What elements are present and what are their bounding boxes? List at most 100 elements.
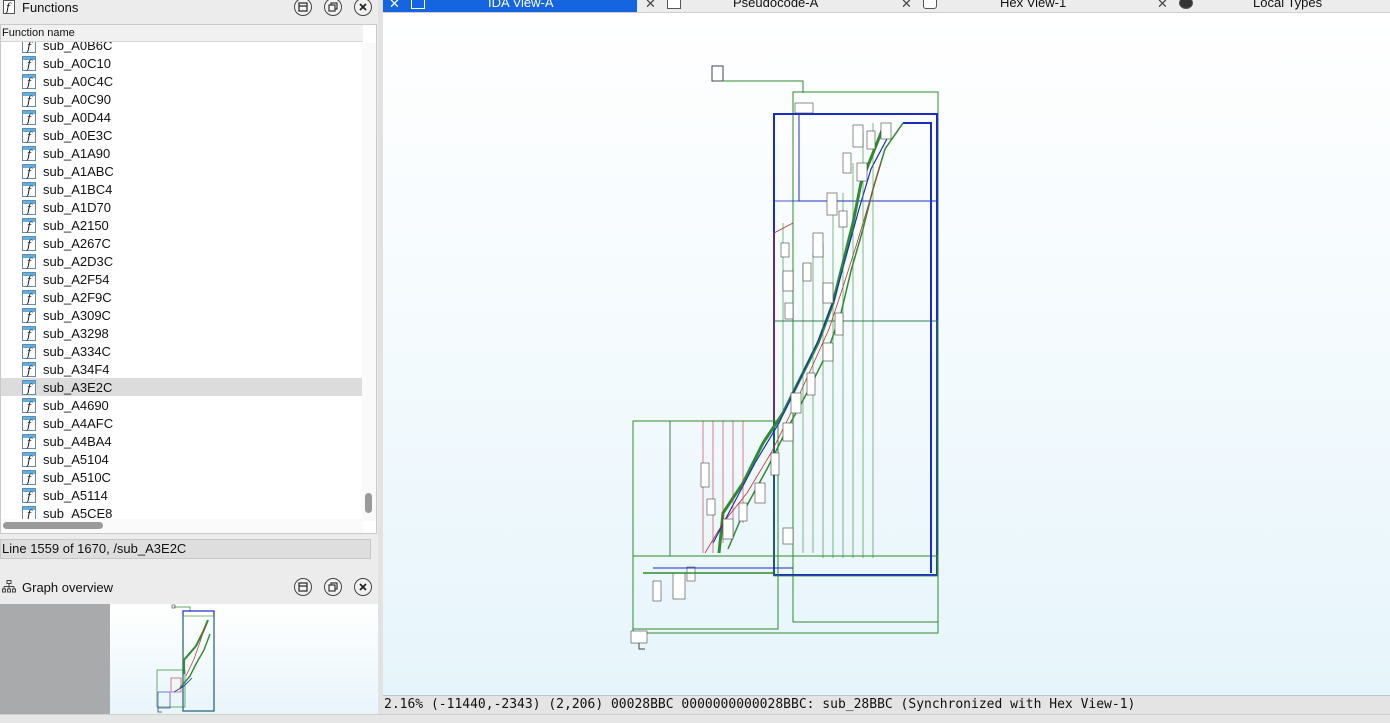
- function-name: sub_A0E3C: [43, 127, 113, 143]
- function-icon: f: [22, 379, 36, 395]
- panel-menu-icon[interactable]: [294, 578, 312, 596]
- function-name: sub_A5114: [43, 487, 108, 503]
- function-icon: f: [22, 433, 36, 449]
- function-list-item[interactable]: f sub_A309C: [1, 306, 363, 324]
- graph-overview-titlebar[interactable]: Graph overview: [0, 577, 378, 597]
- tab-close-icon[interactable]: ✕: [645, 0, 656, 12]
- function-list-item[interactable]: f sub_A1BC4: [1, 180, 363, 198]
- function-list-item[interactable]: f sub_A0E3C: [1, 126, 363, 144]
- tab-close-icon[interactable]: ✕: [389, 0, 400, 12]
- function-list-item[interactable]: f sub_A2D3C: [1, 252, 363, 270]
- tab-close-icon[interactable]: ✕: [1157, 0, 1168, 12]
- scrollbar-thumb[interactable]: [3, 522, 103, 529]
- graph-region: [773, 113, 938, 576]
- pseudocode-icon: [667, 0, 681, 9]
- function-list-item[interactable]: f sub_A0C4C: [1, 72, 363, 90]
- function-icon: f: [22, 415, 36, 431]
- window-bottom-strip: [0, 714, 1390, 723]
- graph-overview-view[interactable]: [0, 604, 378, 716]
- function-list-item[interactable]: f sub_A0D44: [1, 108, 363, 126]
- tab-ida-view-a[interactable]: ✕ IDA View-A: [383, 0, 637, 12]
- panel-float-icon[interactable]: [324, 0, 342, 16]
- function-list-item[interactable]: f sub_A5114: [1, 486, 363, 504]
- functions-list-view[interactable]: f sub_A0B6C f sub_A0C10 f sub_A0C4C f sub_A0C90…: [0, 24, 377, 534]
- function-name: sub_A0C4C: [43, 73, 114, 89]
- hex-icon: [923, 0, 937, 9]
- function-list-item[interactable]: f sub_A4BA4: [1, 432, 363, 450]
- tab-close-icon[interactable]: ✕: [901, 0, 912, 12]
- graph-node-cluster: [630, 102, 892, 644]
- tab-hex-view-1[interactable]: ✕ Hex View-1: [895, 0, 1149, 12]
- functions-vertical-scrollbar[interactable]: [362, 43, 376, 521]
- function-icon: f: [22, 73, 36, 89]
- function-icon: f: [22, 181, 36, 197]
- function-name: sub_A2150: [43, 217, 109, 233]
- functions-status-line: Line 1559 of 1670, /sub_A3E2C: [0, 539, 371, 559]
- function-list-item[interactable]: f sub_A34F4: [1, 360, 363, 378]
- functions-list[interactable]: f sub_A0B6C f sub_A0C10 f sub_A0C4C f sub_A0C90…: [1, 36, 363, 522]
- graph-overview-viewport[interactable]: [0, 604, 110, 716]
- function-icon: f: [22, 127, 36, 143]
- function-icon: f: [22, 91, 36, 107]
- tab-pseudocode-a[interactable]: ✕ Pseudocode-A: [639, 0, 893, 12]
- graph-tree-icon: [2, 580, 16, 594]
- column-header-function-name[interactable]: Function name: [1, 25, 363, 42]
- panel-close-icon[interactable]: [354, 0, 372, 16]
- function-list-item[interactable]: f sub_A1D70: [1, 198, 363, 216]
- function-icon: f: [22, 451, 36, 467]
- function-list-item[interactable]: f sub_A510C: [1, 468, 363, 486]
- function-name: sub_A34F4: [43, 361, 110, 377]
- function-flow-graph[interactable]: [383, 13, 1390, 695]
- scrollbar-thumb[interactable]: [365, 493, 372, 513]
- function-name: sub_A334C: [43, 343, 111, 359]
- left-dock: f Functions f sub_A0B6C f sub_A0C10 f sub_A0C…: [0, 0, 378, 723]
- tab-label: Pseudocode-A: [733, 0, 819, 10]
- function-list-item[interactable]: f sub_A267C: [1, 234, 363, 252]
- function-icon: f: [22, 109, 36, 125]
- function-icon: f: [22, 487, 36, 503]
- function-list-item[interactable]: f sub_A0C90: [1, 90, 363, 108]
- tab-local-types[interactable]: ✕ Local Types: [1151, 0, 1390, 12]
- function-name: sub_A510C: [43, 469, 111, 485]
- function-list-item[interactable]: f sub_A2F9C: [1, 288, 363, 306]
- function-icon: f: [22, 55, 36, 71]
- function-list-item[interactable]: f sub_A3298: [1, 324, 363, 342]
- graph-node-entry: [711, 65, 724, 82]
- function-icon: f: [22, 217, 36, 233]
- function-icon: f: [22, 199, 36, 215]
- function-list-item[interactable]: f sub_A2F54: [1, 270, 363, 288]
- function-list-item[interactable]: f sub_A1ABC: [1, 162, 363, 180]
- graph-overview-title: Graph overview: [22, 579, 114, 595]
- function-list-item[interactable]: f sub_A1A90: [1, 144, 363, 162]
- ida-graph-view[interactable]: [383, 12, 1390, 695]
- tab-label: Hex View-1: [1000, 0, 1067, 10]
- panel-close-icon[interactable]: [354, 578, 372, 596]
- function-name: sub_A3E2C: [43, 379, 113, 395]
- function-list-item[interactable]: f sub_A4690: [1, 396, 363, 414]
- function-list-item[interactable]: f sub_A0C10: [1, 54, 363, 72]
- tab-label: Local Types: [1253, 0, 1323, 10]
- function-icon: f: [22, 145, 36, 161]
- panel-float-icon[interactable]: [324, 578, 342, 596]
- function-list-item[interactable]: f sub_A3E2C: [1, 378, 363, 396]
- function-icon: f: [22, 271, 36, 287]
- function-name: sub_A1BC4: [43, 181, 113, 197]
- functions-horizontal-scrollbar[interactable]: [1, 519, 363, 533]
- function-name: sub_A1D70: [43, 199, 111, 215]
- function-name: sub_A4AFC: [43, 415, 114, 431]
- panel-menu-icon[interactable]: [294, 0, 312, 16]
- graph-overview-thumbnail: [156, 604, 215, 713]
- functions-panel-titlebar[interactable]: f Functions: [0, 0, 378, 16]
- function-list-item[interactable]: f sub_A2150: [1, 216, 363, 234]
- function-list-item[interactable]: f sub_A5104: [1, 450, 363, 468]
- function-name: sub_A2D3C: [43, 253, 114, 269]
- function-name: sub_A4690: [43, 397, 109, 413]
- graph-overview-canvas[interactable]: [110, 604, 378, 716]
- function-list-item[interactable]: f sub_A334C: [1, 342, 363, 360]
- function-name: sub_A2F54: [43, 271, 110, 287]
- disassembly-icon: [411, 0, 425, 9]
- function-list-item[interactable]: f sub_A4AFC: [1, 414, 363, 432]
- function-name: sub_A0D44: [43, 109, 111, 125]
- ida-view-status-line: 2.16% (-11440,-2343) (2,206) 00028BBC 00…: [383, 695, 1390, 714]
- function-icon: f: [2, 0, 16, 14]
